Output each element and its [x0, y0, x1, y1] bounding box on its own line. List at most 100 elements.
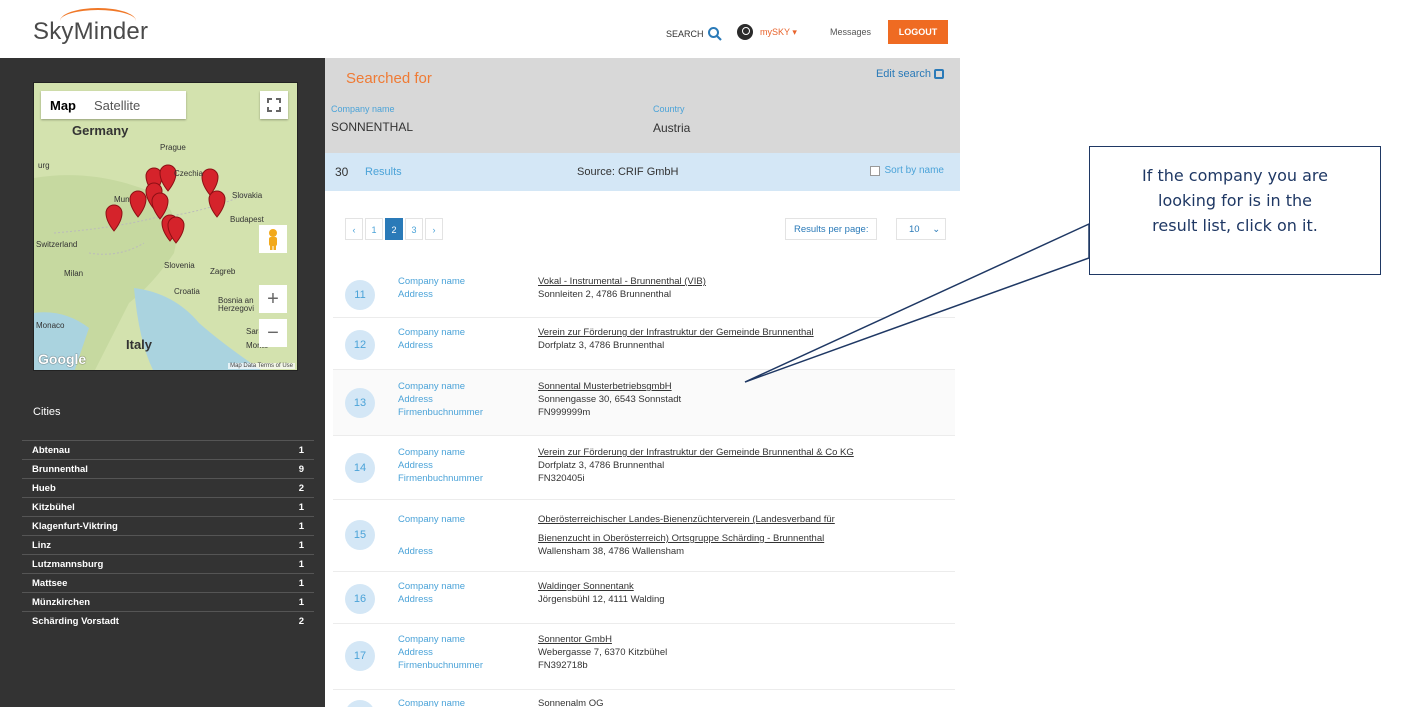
city-item[interactable]: Lutzmannsburg 1: [22, 554, 314, 573]
company-name-link[interactable]: Waldinger Sonnentank: [538, 580, 665, 593]
result-number: 16: [345, 584, 375, 614]
logout-button[interactable]: LOGOUT: [888, 20, 948, 44]
page-next-button[interactable]: ›: [425, 218, 443, 240]
result-registry-number: FN320405i: [538, 473, 585, 484]
result-label: Company name: [398, 381, 466, 392]
result-labels: Company name Address: [398, 580, 465, 606]
result-number: 18: [345, 700, 375, 707]
city-name: Abtenau: [32, 444, 70, 456]
company-name-link[interactable]: Sonnental MusterbetriebsgmbH: [538, 380, 681, 393]
result-row[interactable]: 16 Company name Address Waldinger Sonnen…: [333, 572, 955, 624]
result-label: Address: [398, 460, 433, 471]
result-row[interactable]: 14 Company name Address Firmenbuchnummer…: [333, 436, 955, 500]
result-address: Sonnleiten 2, 4786 Brunnenthal: [538, 289, 672, 300]
pegman-icon: [269, 229, 277, 250]
city-item[interactable]: Mattsee 1: [22, 573, 314, 592]
city-name: Brunnenthal: [32, 463, 88, 475]
map-label-zagreb: Zagreb: [210, 267, 236, 276]
company-name-link[interactable]: Vokal - Instrumental - Brunnenthal (VIB): [538, 275, 706, 288]
city-item[interactable]: Hueb 2: [22, 478, 314, 497]
city-item[interactable]: Abtenau 1: [22, 440, 314, 459]
zoom-out-button[interactable]: −: [259, 319, 287, 347]
page-button[interactable]: 3: [405, 218, 423, 240]
result-row[interactable]: 11 Company name Address Vokal - Instrume…: [333, 268, 955, 318]
result-number: 11: [345, 280, 375, 310]
page-button-active[interactable]: 2: [385, 218, 403, 240]
edit-search-label: Edit search: [875, 68, 931, 80]
city-item[interactable]: Linz 1: [22, 535, 314, 554]
callout-box: If the company you are looking for is in…: [1089, 146, 1381, 275]
sort-by-name-toggle[interactable]: Sort by name: [869, 165, 944, 176]
map-label-budapest: Budapest: [230, 215, 264, 224]
city-count: 2: [298, 482, 304, 494]
result-address: Dorfplatz 3, 4786 Brunnenthal: [538, 460, 665, 471]
city-count: 1: [298, 558, 304, 570]
tab-satellite[interactable]: Satellite: [85, 98, 149, 113]
page-button[interactable]: 1: [365, 218, 383, 240]
result-label-spacer: [398, 526, 465, 539]
company-name-link-cont[interactable]: Bienenzucht in Oberösterreich) Ortsgrupp…: [538, 532, 835, 545]
zoom-in-button[interactable]: +: [259, 285, 287, 313]
result-label: Firmenbuchnummer: [398, 660, 483, 671]
map-type-tabs: Map Satellite: [41, 91, 186, 119]
result-row[interactable]: 12 Company name Address Verein zur Förde…: [333, 318, 955, 370]
result-values: Sonnentor GmbH Webergasse 7, 6370 Kitzbü…: [538, 633, 667, 672]
skyminder-logo[interactable]: SkyMinder: [33, 18, 148, 46]
result-values: Verein zur Förderung der Infrastruktur d…: [538, 326, 814, 352]
sort-checkbox[interactable]: [869, 165, 880, 176]
tab-map[interactable]: Map: [41, 98, 85, 113]
chevron-down-icon: ⌄: [932, 224, 941, 235]
edit-search-link[interactable]: Edit search: [876, 68, 944, 80]
page-prev-button[interactable]: ‹: [345, 218, 363, 240]
city-name: Klagenfurt-Viktring: [32, 520, 118, 532]
result-row[interactable]: 15 Company name Address Oberösterreichis…: [333, 500, 955, 572]
fullscreen-icon: [267, 98, 281, 112]
callout-line: looking for is in the: [1158, 191, 1312, 210]
result-number: 15: [345, 520, 375, 550]
results-count: 30: [335, 165, 349, 179]
fullscreen-button[interactable]: [260, 91, 288, 119]
search-icon: [707, 27, 722, 41]
result-row[interactable]: 18 Company name Sonnenalm OG: [333, 690, 955, 707]
searched-for-panel: Searched for Edit search Company name SO…: [325, 58, 960, 153]
city-item[interactable]: Brunnenthal 9: [22, 459, 314, 478]
city-count: 1: [298, 539, 304, 551]
callout-joint: [1090, 225, 1093, 257]
company-name-link[interactable]: Sonnentor GmbH: [538, 633, 667, 646]
messages-link[interactable]: Messages: [830, 27, 871, 37]
result-address: Sonnengasse 30, 6543 Sonnstadt: [538, 394, 682, 405]
company-name-link[interactable]: Verein zur Förderung der Infrastruktur d…: [538, 446, 854, 459]
company-name-link[interactable]: Verein zur Förderung der Infrastruktur d…: [538, 326, 814, 339]
map-label-monaco: Monaco: [36, 321, 65, 330]
result-labels: Company name Address Firmenbuchnummer: [398, 633, 483, 672]
company-name-link[interactable]: Oberösterreichischer Landes-Bienenzüchte…: [538, 513, 835, 526]
city-name: Hueb: [32, 482, 56, 494]
results-label: Results: [365, 166, 402, 178]
result-row[interactable]: 13 Company name Address Firmenbuchnummer…: [333, 370, 955, 436]
results-per-page-select[interactable]: 10 ⌄: [896, 218, 946, 240]
company-name-label: Company name: [331, 104, 395, 114]
city-item[interactable]: Schärding Vorstadt 2: [22, 611, 314, 630]
city-item[interactable]: Klagenfurt-Viktring 1: [22, 516, 314, 535]
result-labels: Company name Address: [398, 275, 465, 301]
result-label: Firmenbuchnummer: [398, 473, 483, 484]
company-name-link[interactable]: Sonnenalm OG: [538, 697, 603, 707]
pagination: ‹ 1 2 3 ›: [345, 218, 445, 240]
result-label: Address: [398, 394, 433, 405]
header-search-button[interactable]: SEARCH: [666, 26, 723, 42]
results-map[interactable]: Germany Prague Czechia urg Mun Slovakia …: [33, 82, 298, 371]
street-view-pegman[interactable]: [259, 225, 287, 253]
result-labels: Company name Address Firmenbuchnummer: [398, 380, 483, 419]
result-label: Address: [398, 647, 433, 658]
mysky-menu[interactable]: mySKY ▾: [760, 27, 797, 38]
city-item[interactable]: Münzkirchen 1: [22, 592, 314, 611]
result-address: Wallensham 38, 4786 Wallensham: [538, 546, 685, 557]
sort-label: Sort by name: [884, 165, 944, 176]
result-address: Webergasse 7, 6370 Kitzbühel: [538, 647, 668, 658]
results-summary-bar: 30 Results Source: CRIF GmbH Sort by nam…: [325, 153, 960, 191]
user-avatar-icon[interactable]: [737, 24, 753, 40]
result-row[interactable]: 17 Company name Address Firmenbuchnummer…: [333, 624, 955, 690]
map-credits[interactable]: Map Data Terms of Use: [228, 363, 295, 369]
city-name: Schärding Vorstadt: [32, 615, 119, 627]
city-item[interactable]: Kitzbühel 1: [22, 497, 314, 516]
